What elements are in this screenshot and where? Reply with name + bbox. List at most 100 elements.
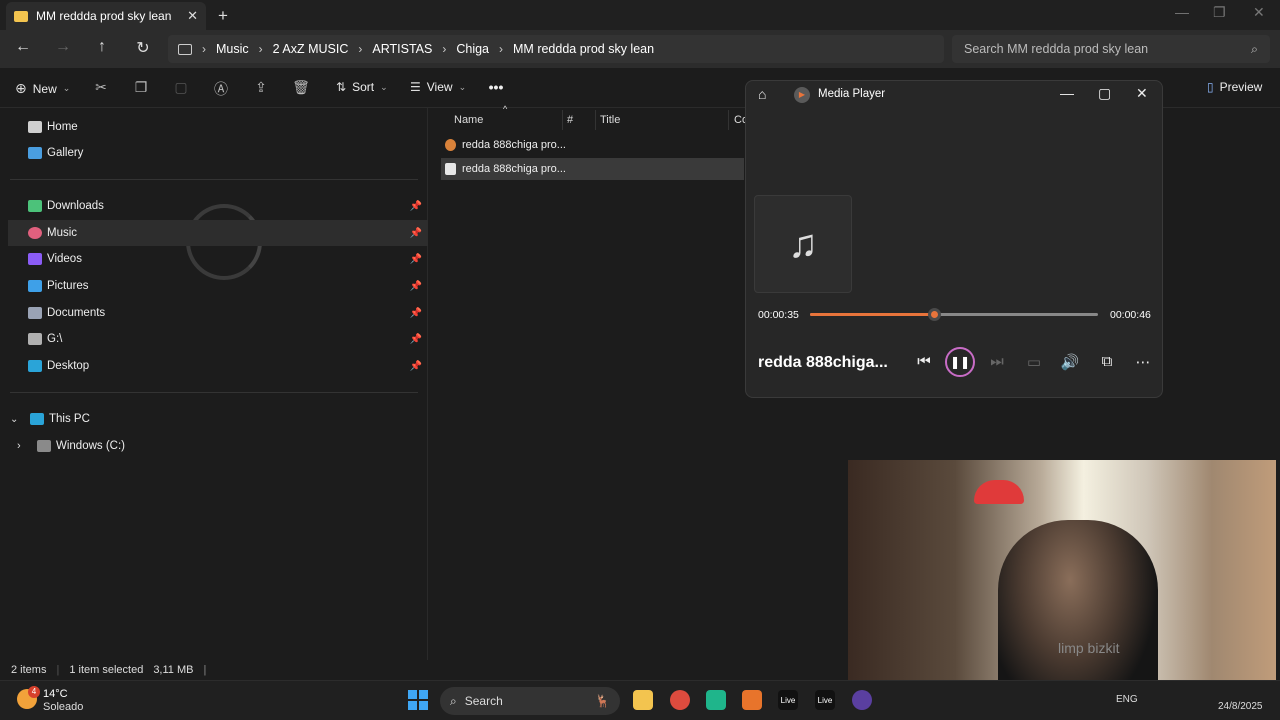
captions-icon[interactable]: ▭ [1023, 353, 1045, 371]
sidebar-item-music[interactable]: Music 📌 [8, 220, 428, 246]
sidebar-item-documents[interactable]: Documents 📌 [8, 300, 428, 326]
previous-track-icon[interactable]: ⏮ [913, 353, 935, 370]
chrome-icon[interactable] [670, 690, 690, 710]
close-tab-icon[interactable]: ✕ [187, 8, 198, 24]
breadcrumb-axz-music[interactable]: 2 AxZ MUSIC [273, 42, 349, 56]
column-header-name[interactable]: Name [454, 114, 483, 126]
column-separator[interactable] [595, 110, 596, 130]
paste-icon[interactable]: ▢ [172, 79, 190, 96]
pin-icon[interactable]: 📌 [410, 361, 422, 372]
pin-icon[interactable]: 📌 [410, 334, 422, 345]
minimize-icon[interactable]: — [1175, 4, 1189, 20]
divider [10, 179, 418, 180]
close-icon[interactable]: ✕ [1136, 85, 1148, 102]
breadcrumb-chiga[interactable]: Chiga [456, 42, 489, 56]
sidebar-item-label: Desktop [47, 360, 90, 372]
sidebar-item-home[interactable]: Home [8, 114, 428, 140]
pause-button[interactable]: ❚❚ [945, 347, 975, 377]
sidebar-item-label: This PC [49, 413, 90, 425]
breadcrumb[interactable]: › Music › 2 AxZ MUSIC › ARTISTAS › Chiga… [168, 35, 944, 63]
up-icon[interactable]: ↑ [92, 38, 112, 56]
column-separator[interactable] [562, 110, 563, 130]
file-explorer-icon[interactable] [633, 690, 653, 710]
new-tab-button[interactable]: + [218, 6, 228, 26]
sidebar-item-gallery[interactable]: Gallery [8, 140, 428, 166]
pin-icon[interactable]: 📌 [410, 281, 422, 292]
media-player-icon[interactable] [852, 690, 872, 710]
seek-bar-thumb[interactable] [927, 308, 941, 321]
file-row-selected[interactable]: redda 888chiga pro... [441, 158, 744, 180]
file-row[interactable]: redda 888chiga pro... [441, 134, 744, 156]
taskbar-search[interactable]: ⌕ Search 🦌 [440, 687, 620, 715]
home-icon[interactable]: ⌂ [758, 86, 766, 102]
video-icon [28, 253, 42, 265]
sidebar-item-this-pc[interactable]: ⌄ This PC [8, 406, 428, 432]
pin-icon[interactable]: 📌 [410, 254, 422, 265]
breadcrumb-artistas[interactable]: ARTISTAS [372, 42, 432, 56]
seek-bar[interactable] [810, 308, 1098, 321]
copy-icon[interactable]: ❐ [132, 79, 150, 96]
pin-icon[interactable]: 📌 [410, 201, 422, 212]
mini-player-icon[interactable]: ⧉ [1096, 353, 1118, 370]
fl-studio-icon[interactable] [742, 690, 762, 710]
column-separator[interactable] [728, 110, 729, 130]
tab-current-folder[interactable]: MM reddda prod sky lean ✕ [6, 2, 206, 30]
media-player-logo-icon: ▶ [794, 87, 810, 103]
preview-button[interactable]: ▯ Preview [1207, 80, 1262, 94]
search-input[interactable]: Search MM reddda prod sky lean ⌕ [952, 35, 1270, 63]
chevron-right-icon[interactable]: › [17, 440, 31, 452]
rename-icon[interactable]: Ⓐ [212, 79, 230, 99]
sidebar-item-windows-c[interactable]: › Windows (C:) [8, 433, 428, 459]
start-button[interactable] [408, 690, 428, 710]
maximize-icon[interactable]: ❐ [1213, 4, 1226, 21]
close-window-icon[interactable]: ✕ [1253, 4, 1265, 21]
chevron-down-icon[interactable]: ⌄ [10, 414, 24, 425]
breadcrumb-music[interactable]: Music [216, 42, 249, 56]
sort-button[interactable]: ⇅ Sort ⌄ [336, 80, 388, 94]
current-time: 00:00:35 [758, 309, 799, 321]
sidebar-item-label: Gallery [47, 147, 84, 159]
next-track-icon[interactable]: ⏭ [986, 353, 1008, 370]
chevron-down-icon: ⌄ [458, 81, 467, 92]
sidebar-item-downloads[interactable]: Downloads 📌 [8, 193, 428, 219]
file-name: redda 888chiga pro... [462, 139, 566, 151]
refresh-icon[interactable]: ↻ [133, 38, 153, 58]
app-icon[interactable] [706, 690, 726, 710]
ableton-live-icon[interactable]: Live [815, 690, 835, 710]
pin-icon[interactable]: 📌 [410, 308, 422, 319]
ableton-live-icon[interactable]: Live [778, 690, 798, 710]
weather-condition[interactable]: Soleado [43, 701, 83, 713]
column-header-number[interactable]: # [567, 114, 573, 126]
home-icon [28, 121, 42, 133]
sort-icon: ⇅ [336, 80, 347, 94]
language-indicator[interactable]: ENG [1116, 694, 1138, 705]
music-icon [28, 227, 42, 239]
breadcrumb-current[interactable]: MM reddda prod sky lean [513, 42, 654, 56]
date[interactable]: 24/8/2025 [1218, 701, 1263, 712]
sidebar-item-videos[interactable]: Videos 📌 [8, 246, 428, 272]
new-button[interactable]: ⊕ New ⌄ [15, 80, 70, 97]
weather-temperature[interactable]: 14°C [43, 688, 68, 700]
title-bar: MM reddda prod sky lean ✕ + — ❐ ✕ [0, 0, 1280, 30]
maximize-icon[interactable]: ▢ [1098, 85, 1111, 102]
desktop-icon [28, 360, 42, 372]
more-options-icon[interactable]: ⋯ [1132, 353, 1154, 371]
sidebar-item-label: G:\ [47, 333, 63, 345]
view-button[interactable]: ☰ View ⌄ [410, 80, 466, 94]
column-header-title[interactable]: Title [600, 114, 620, 126]
delete-icon[interactable]: 🗑 [292, 79, 310, 96]
volume-icon[interactable]: 🔊 [1059, 353, 1081, 371]
sidebar-item-g-drive[interactable]: G:\ 📌 [8, 326, 428, 352]
song-title: redda 888chiga... [758, 354, 888, 371]
share-icon[interactable]: ⇪ [252, 79, 270, 96]
sidebar-item-desktop[interactable]: Desktop 📌 [8, 353, 428, 379]
pin-icon[interactable]: 📌 [410, 228, 422, 239]
webcam-video-overlay: limp bizkit [848, 460, 1276, 700]
more-options-icon[interactable]: ••• [487, 79, 505, 95]
pc-icon [178, 43, 192, 55]
back-icon[interactable]: ← [13, 38, 33, 56]
forward-icon[interactable]: → [53, 38, 73, 56]
sidebar-item-pictures[interactable]: Pictures 📌 [8, 273, 428, 299]
minimize-icon[interactable]: — [1060, 85, 1074, 101]
cut-icon[interactable]: ✂ [92, 79, 110, 96]
